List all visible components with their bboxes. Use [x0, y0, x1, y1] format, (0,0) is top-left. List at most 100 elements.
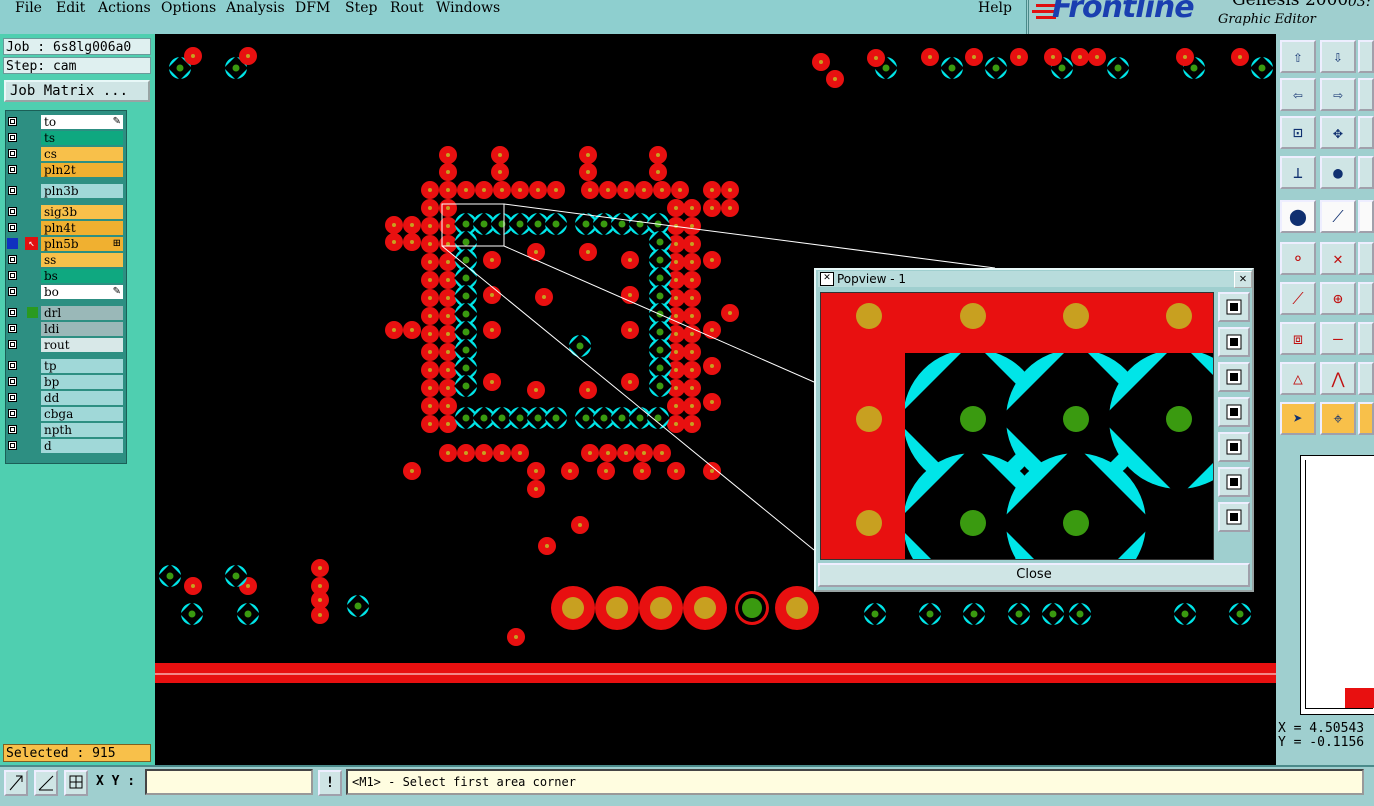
- add-pad-icon[interactable]: ⧈: [1280, 322, 1316, 355]
- net-icon[interactable]: ⚬: [1280, 242, 1316, 275]
- layer-checkbox[interactable]: [8, 186, 17, 195]
- layer-name[interactable]: bp: [41, 375, 123, 389]
- menu-actions[interactable]: Actions: [98, 0, 151, 16]
- layer-row-rout[interactable]: rout: [5, 337, 125, 353]
- zoom-in-icon[interactable]: ⇧: [1280, 40, 1316, 73]
- layer-checkbox[interactable]: [8, 255, 17, 264]
- pv-center-icon[interactable]: [1218, 502, 1250, 532]
- layer-row-d[interactable]: d: [5, 438, 125, 454]
- pv-zoom-icon[interactable]: [1218, 292, 1250, 322]
- layer-checkbox[interactable]: [8, 308, 17, 317]
- layer-row-to[interactable]: to ✎: [5, 114, 125, 130]
- layer-checkbox[interactable]: [8, 425, 17, 434]
- cut-icon[interactable]: —: [1320, 322, 1356, 355]
- layer-name[interactable]: pln5b ⊞: [41, 237, 123, 251]
- draw-icon[interactable]: ⟋: [1320, 200, 1356, 233]
- angle-icon[interactable]: [34, 770, 58, 796]
- pv-up-icon[interactable]: [1218, 327, 1250, 357]
- drill-icon[interactable]: ●: [1320, 156, 1356, 189]
- layer-checkbox[interactable]: [8, 117, 17, 126]
- more-tool-icon[interactable]: [1358, 116, 1374, 149]
- layer-row-ldi[interactable]: ldi: [5, 321, 125, 337]
- grid-icon[interactable]: [64, 770, 88, 796]
- triangle-icon[interactable]: △: [1280, 362, 1316, 395]
- popview-zoom[interactable]: [820, 292, 1214, 560]
- layer-row-cbga[interactable]: cbga: [5, 406, 125, 422]
- close-icon[interactable]: ✕: [1234, 271, 1252, 288]
- layer-row-npth[interactable]: npth: [5, 422, 125, 438]
- layer-checkbox[interactable]: [8, 207, 17, 216]
- layer-row-sig3b[interactable]: sig3b: [5, 204, 125, 220]
- more-tool-icon[interactable]: [1358, 78, 1374, 111]
- layer-checkbox[interactable]: [8, 393, 17, 402]
- menu-step[interactable]: Step: [345, 0, 377, 16]
- center-icon[interactable]: ✥: [1320, 116, 1356, 149]
- pointer-icon[interactable]: ➤: [1280, 402, 1316, 435]
- arc-icon[interactable]: ⋀: [1320, 362, 1356, 395]
- menu-rout[interactable]: Rout: [390, 0, 424, 16]
- layer-row-drl[interactable]: drl: [5, 305, 125, 321]
- zoom-out-icon[interactable]: ⇩: [1320, 40, 1356, 73]
- pv-fit-icon[interactable]: [1218, 467, 1250, 497]
- layer-checkbox[interactable]: [8, 441, 17, 450]
- more-tool-icon[interactable]: [1358, 282, 1374, 315]
- layer-row-pln2t[interactable]: pln2t: [5, 162, 125, 178]
- more-tool-icon[interactable]: [1358, 242, 1374, 275]
- edit-pointer-icon[interactable]: ⌖: [1320, 402, 1356, 435]
- layer-name[interactable]: pln4t: [41, 221, 123, 235]
- zoom-area-icon[interactable]: [4, 770, 28, 796]
- alert-icon[interactable]: !: [318, 770, 342, 796]
- layer-checkbox[interactable]: [8, 377, 17, 386]
- layer-row-pln4t[interactable]: pln4t: [5, 220, 125, 236]
- layer-name[interactable]: ldi: [41, 322, 123, 336]
- menu-options[interactable]: Options: [161, 0, 216, 16]
- more-tool-icon[interactable]: [1358, 402, 1374, 435]
- layer-name[interactable]: dd: [41, 391, 123, 405]
- layer-row-bs[interactable]: bs: [5, 268, 125, 284]
- layer-checkbox[interactable]: [8, 149, 17, 158]
- more-tool-icon[interactable]: [1358, 200, 1374, 233]
- layer-row-cs[interactable]: cs: [5, 146, 125, 162]
- fit-icon[interactable]: ⊡: [1280, 116, 1316, 149]
- layer-checkbox[interactable]: [8, 361, 17, 370]
- layer-name[interactable]: pln2t: [41, 163, 123, 177]
- layer-name[interactable]: ss: [41, 253, 123, 267]
- layer-checkbox[interactable]: [8, 223, 17, 232]
- layer-name[interactable]: pln3b: [41, 184, 123, 198]
- layer-name[interactable]: npth: [41, 423, 123, 437]
- layer-row-ss[interactable]: ss: [5, 252, 125, 268]
- layer-row-pln3b[interactable]: pln3b: [5, 183, 125, 199]
- pv-right-icon[interactable]: [1218, 432, 1250, 462]
- layer-name[interactable]: to ✎: [41, 115, 123, 129]
- menu-file[interactable]: File: [15, 0, 42, 16]
- menu-analysis[interactable]: Analysis: [226, 0, 285, 16]
- line-icon[interactable]: ⟋: [1280, 282, 1316, 315]
- layer-row-bp[interactable]: bp: [5, 374, 125, 390]
- pv-left-icon[interactable]: [1218, 397, 1250, 427]
- layer-name[interactable]: drl: [41, 306, 123, 320]
- layer-row-ts[interactable]: ts: [5, 130, 125, 146]
- menu-help[interactable]: Help: [978, 0, 1012, 16]
- layer-name[interactable]: sig3b: [41, 205, 123, 219]
- layer-name[interactable]: bo ✎: [41, 285, 123, 299]
- measure-icon[interactable]: ⟂: [1280, 156, 1316, 189]
- snap-icon[interactable]: ⊕: [1320, 282, 1356, 315]
- layer-name[interactable]: cs: [41, 147, 123, 161]
- menu-dfm[interactable]: DFM: [295, 0, 330, 16]
- layer-name[interactable]: ts: [41, 131, 123, 145]
- more-tool-icon[interactable]: [1358, 362, 1374, 395]
- popview-close-button[interactable]: Close: [818, 563, 1250, 587]
- overview-map[interactable]: [1300, 455, 1374, 715]
- layer-checkbox[interactable]: [8, 165, 17, 174]
- layer-name[interactable]: cbga: [41, 407, 123, 421]
- pv-down-icon[interactable]: [1218, 362, 1250, 392]
- more-tool-icon[interactable]: [1358, 156, 1374, 189]
- layer-name[interactable]: tp: [41, 359, 123, 373]
- layer-checkbox[interactable]: [8, 271, 17, 280]
- popview-titlebar[interactable]: ✕ Popview - 1: [818, 271, 1250, 287]
- more-tool-icon[interactable]: [1358, 322, 1374, 355]
- layer-checkbox[interactable]: [8, 340, 17, 349]
- layer-row-bo[interactable]: bo ✎: [5, 284, 125, 300]
- layer-checkbox[interactable]: [8, 133, 17, 142]
- xy-input[interactable]: [145, 769, 313, 795]
